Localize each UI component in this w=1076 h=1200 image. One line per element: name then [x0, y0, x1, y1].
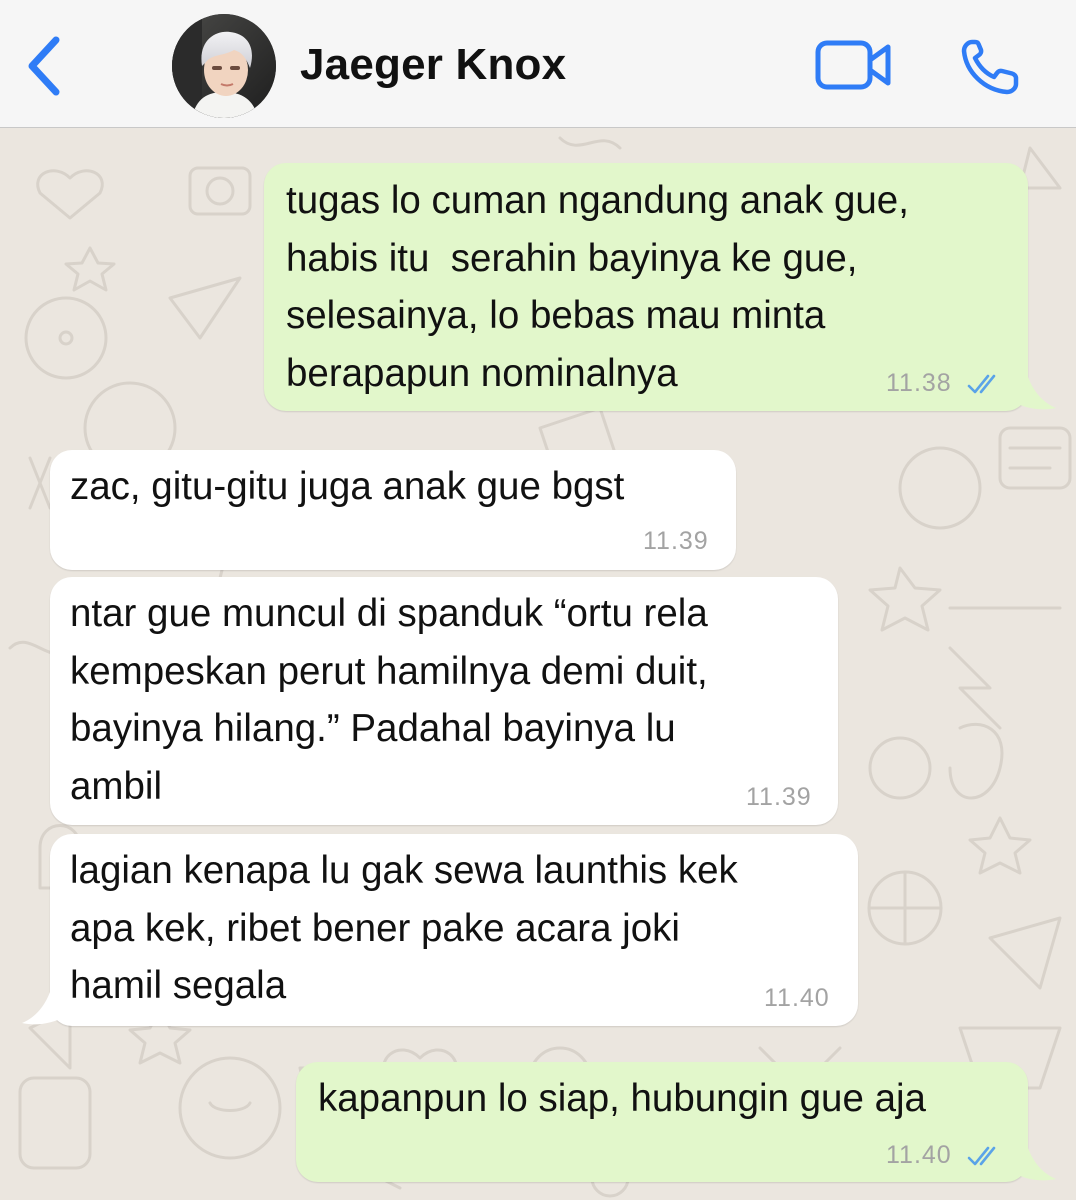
- double-check-icon: [967, 374, 996, 394]
- message-outgoing[interactable]: tugas lo cuman ngandung anak gue, habis …: [264, 163, 1028, 411]
- message-time: 11.39: [643, 527, 709, 555]
- double-check-icon: [967, 1146, 996, 1166]
- avatar-photo: [172, 14, 276, 118]
- contact-avatar[interactable]: [172, 14, 276, 118]
- message-outgoing[interactable]: kapanpun lo siap, hubungin gue aja 11.40: [296, 1062, 1028, 1182]
- bubble-tail: [1012, 1148, 1056, 1181]
- chat-header: Jaeger Knox: [0, 0, 1076, 128]
- message-time: 11.38: [886, 369, 952, 397]
- message-text: lagian kenapa lu gak sewa launthis kek a…: [70, 849, 738, 1007]
- message-text: zac, gitu-gitu juga anak gue bgst: [70, 465, 625, 508]
- phone-icon: [961, 39, 1019, 95]
- contact-name[interactable]: Jaeger Knox: [300, 40, 566, 90]
- video-call-button[interactable]: [814, 38, 894, 92]
- back-button[interactable]: [22, 30, 70, 100]
- message-time: 11.40: [764, 984, 830, 1012]
- bubble-tail: [1012, 377, 1056, 410]
- message-incoming[interactable]: lagian kenapa lu gak sewa launthis kek a…: [50, 834, 858, 1026]
- message-text: ntar gue muncul di spanduk “ortu rela ke…: [70, 592, 708, 808]
- message-text: kapanpun lo siap, hubungin gue aja: [318, 1077, 926, 1120]
- message-text: tugas lo cuman ngandung anak gue, habis …: [286, 179, 909, 395]
- message-incoming[interactable]: zac, gitu-gitu juga anak gue bgst 11.39: [50, 450, 736, 570]
- message-time: 11.39: [746, 783, 812, 811]
- bubble-tail: [22, 992, 66, 1025]
- chevron-left-icon: [28, 36, 60, 96]
- voice-call-button[interactable]: [958, 36, 1022, 96]
- message-time: 11.40: [886, 1141, 952, 1169]
- message-incoming[interactable]: ntar gue muncul di spanduk “ortu rela ke…: [50, 577, 838, 825]
- video-camera-icon: [815, 40, 891, 90]
- chat-area[interactable]: tugas lo cuman ngandung anak gue, habis …: [0, 128, 1076, 1200]
